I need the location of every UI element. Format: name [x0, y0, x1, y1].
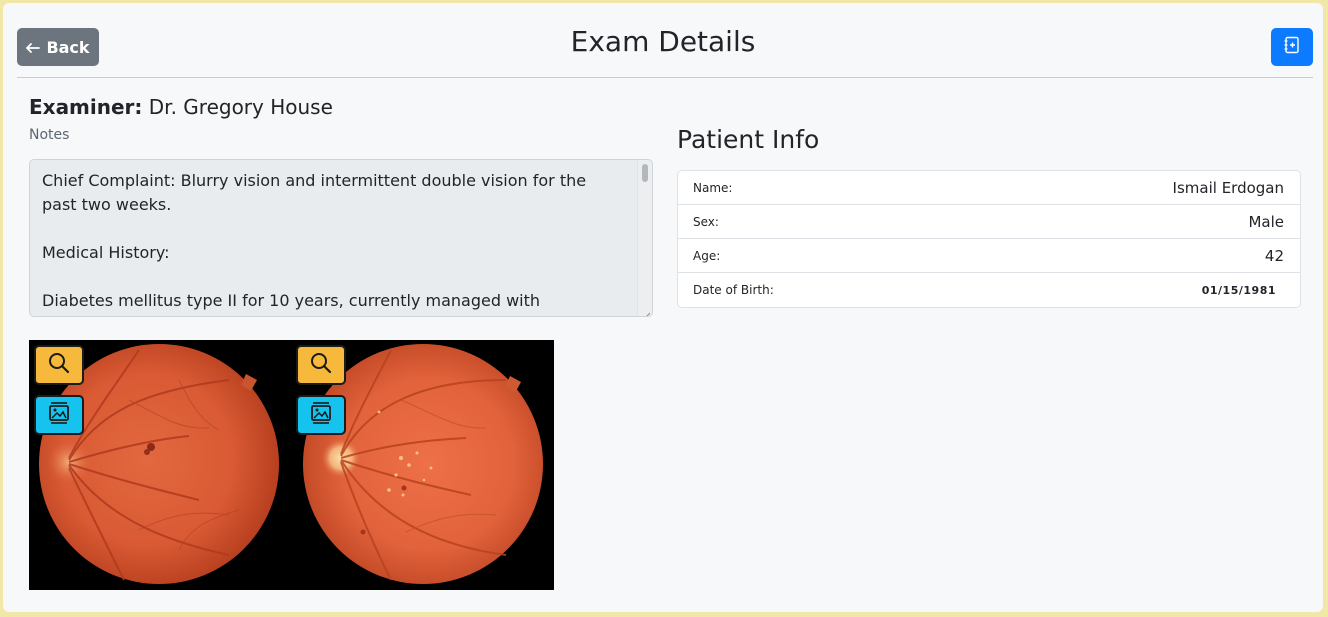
- patient-row-age: Age: 42: [678, 239, 1300, 273]
- back-button[interactable]: Back: [17, 28, 99, 66]
- gallery-button-left[interactable]: [34, 395, 84, 435]
- zoom-button-left[interactable]: [34, 345, 84, 385]
- note-add-icon: [1284, 36, 1300, 58]
- patient-info-table: Name: Ismail Erdogan Sex: Male Age: 42 D…: [677, 170, 1301, 308]
- patient-age-label: Age:: [693, 248, 721, 263]
- examiner-line: Examiner: Dr. Gregory House: [29, 95, 333, 119]
- notes-scrollbar-thumb[interactable]: [642, 164, 648, 182]
- fundus-image-right[interactable]: [291, 340, 553, 590]
- patient-dob-label: Date of Birth:: [693, 283, 774, 297]
- notes-textarea[interactable]: Chief Complaint: Blurry vision and inter…: [29, 159, 653, 317]
- image-gallery-icon: [310, 401, 332, 429]
- fundus-images-panel: [29, 340, 554, 590]
- zoom-button-right[interactable]: [296, 345, 346, 385]
- page-title: Exam Details: [570, 25, 756, 58]
- fundus-image-left[interactable]: [29, 340, 291, 590]
- patient-row-sex: Sex: Male: [678, 205, 1300, 239]
- patient-sex-value: Male: [1248, 212, 1284, 231]
- page-container: Back Exam Details Examiner: Dr. Gregory …: [3, 3, 1323, 612]
- examiner-name: Dr. Gregory House: [148, 95, 333, 119]
- gallery-button-right[interactable]: [296, 395, 346, 435]
- notes-scrollbar[interactable]: [637, 160, 652, 316]
- image-gallery-icon: [48, 401, 70, 429]
- patient-name-label: Name:: [693, 180, 733, 195]
- patient-name-value: Ismail Erdogan: [1172, 178, 1284, 197]
- notes-label: Notes: [29, 127, 70, 143]
- resize-grip-icon[interactable]: [641, 305, 651, 316]
- patient-info-title: Patient Info: [677, 125, 820, 154]
- patient-row-dob: Date of Birth: 01/15/1981: [678, 273, 1300, 307]
- arrow-left-icon: [26, 38, 41, 57]
- notes-text: Chief Complaint: Blurry vision and inter…: [42, 171, 587, 316]
- magnifier-icon: [47, 351, 71, 379]
- add-note-button[interactable]: [1271, 28, 1313, 66]
- examiner-label: Examiner:: [29, 95, 143, 119]
- patient-sex-label: Sex:: [693, 214, 719, 229]
- patient-row-name: Name: Ismail Erdogan: [678, 171, 1300, 205]
- patient-age-value: 42: [1264, 246, 1284, 265]
- back-button-label: Back: [46, 37, 90, 57]
- magnifier-icon: [309, 351, 333, 379]
- header-divider: [17, 77, 1313, 78]
- patient-dob-value: 01/15/1981: [1201, 283, 1276, 297]
